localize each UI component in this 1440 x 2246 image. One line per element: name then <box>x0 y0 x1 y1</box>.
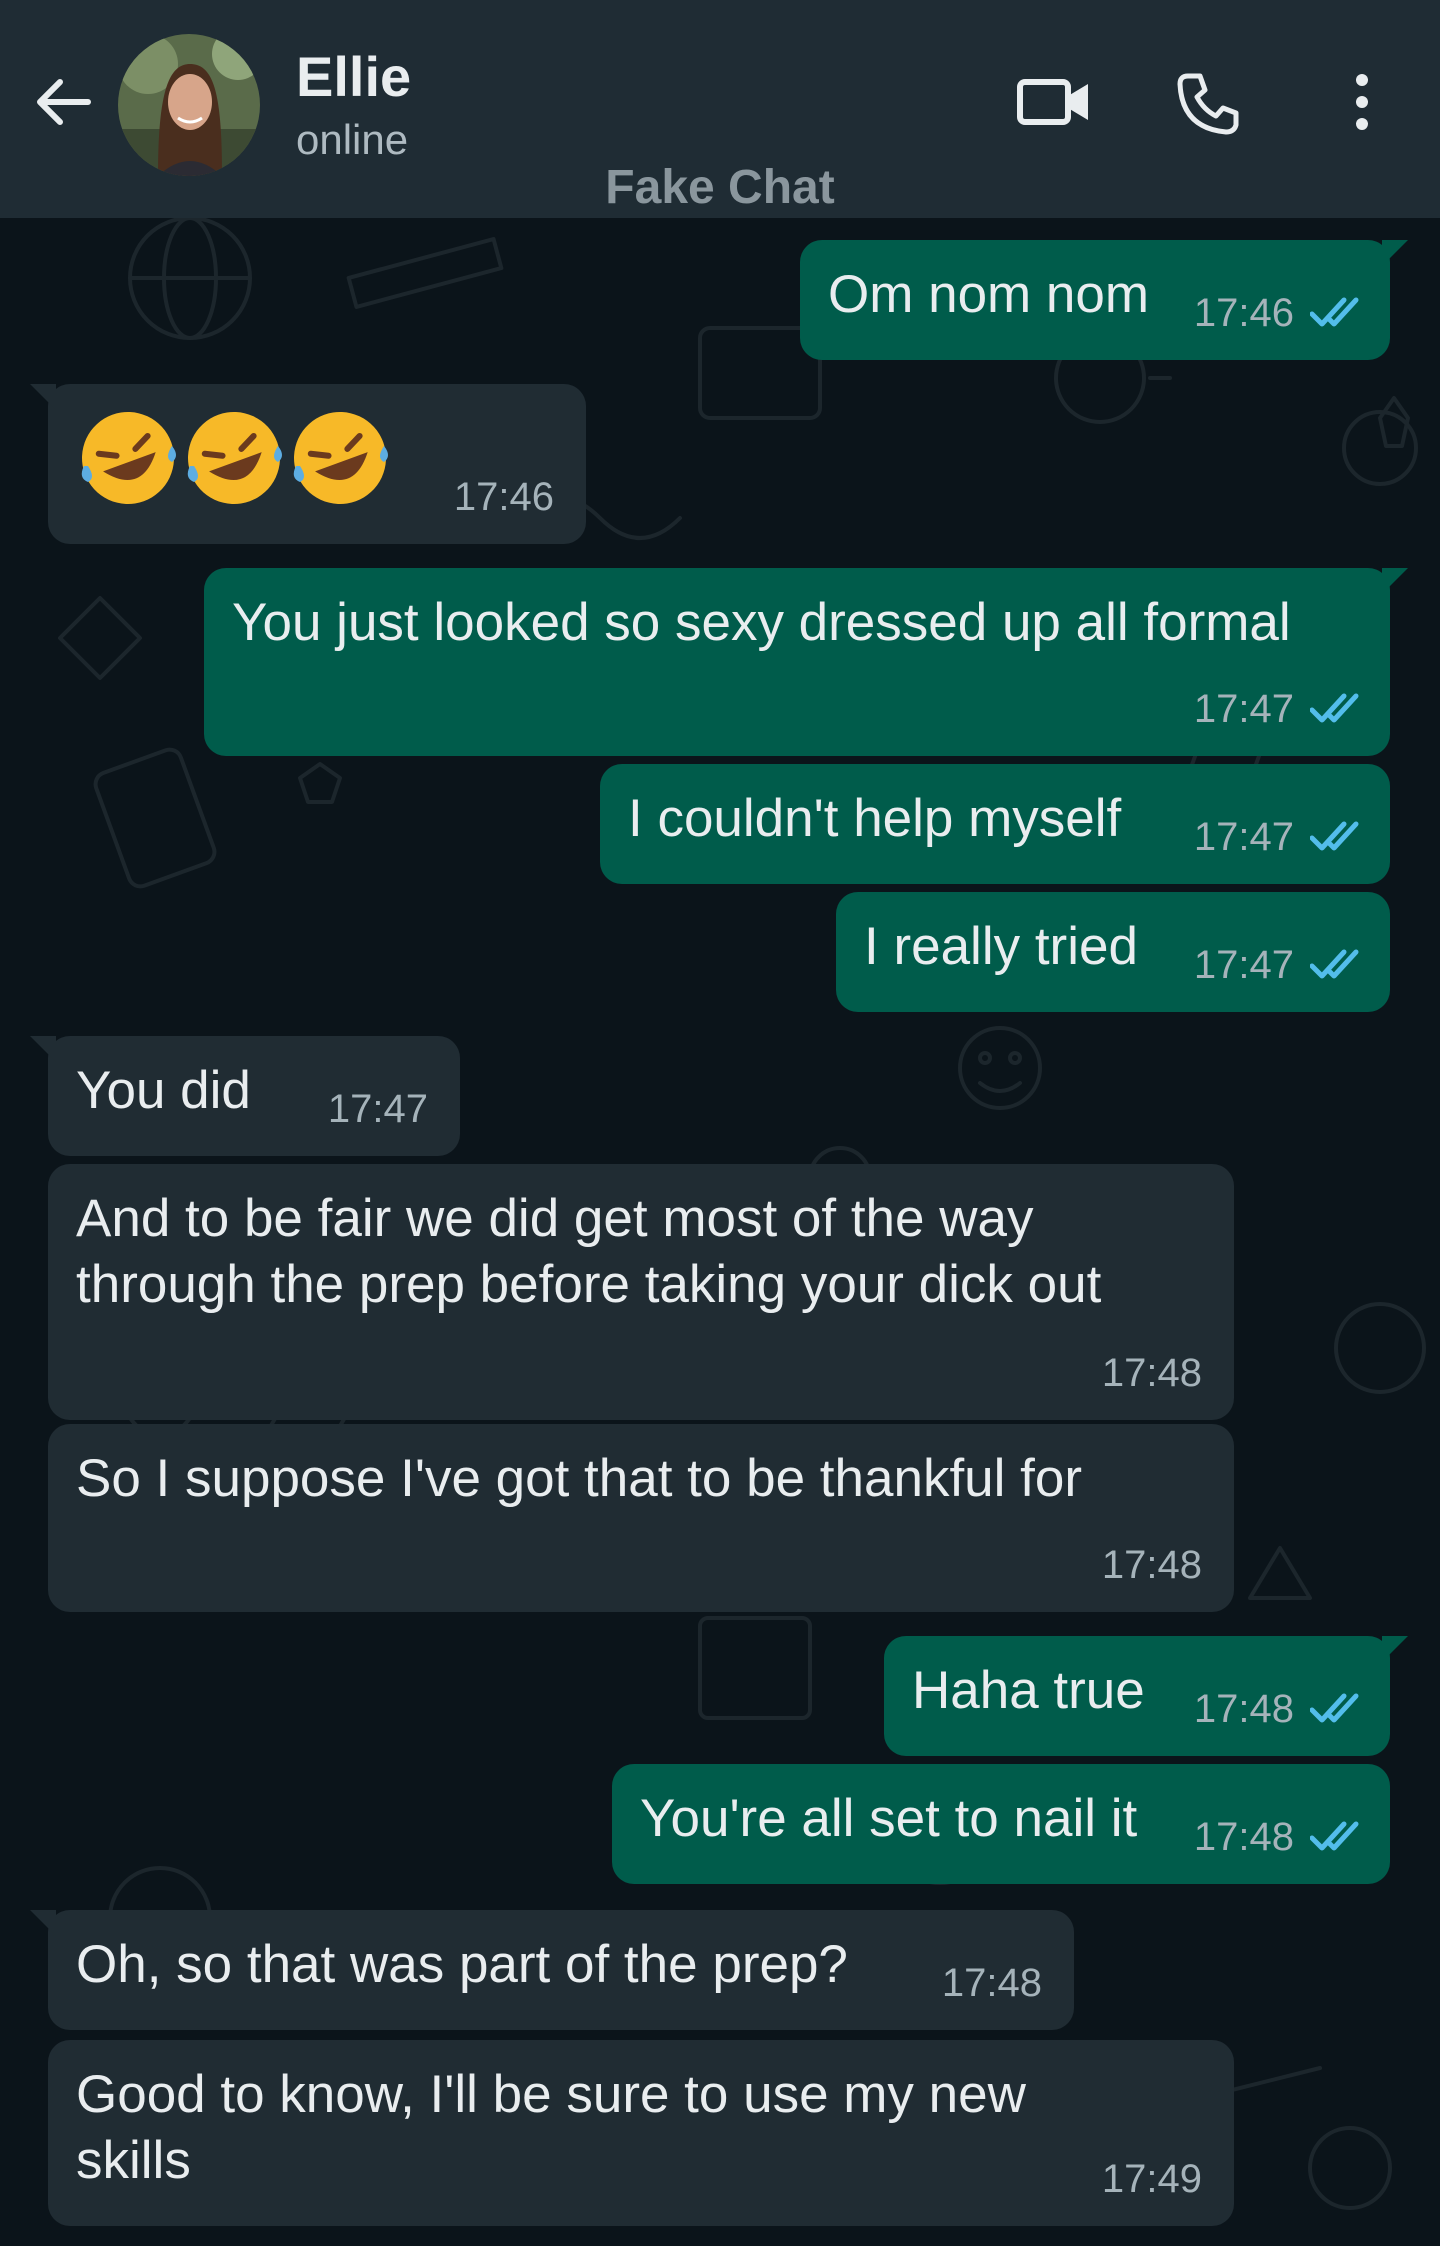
double-check-icon <box>1310 297 1359 327</box>
bubble-tail <box>30 1910 56 1936</box>
bubble-tail <box>1382 568 1408 594</box>
message-text: So I suppose I've got that to be thankfu… <box>76 1449 1082 1508</box>
message-bubble-outgoing[interactable]: You just looked so sexy dressed up all f… <box>204 568 1408 756</box>
message-time: 17:47 <box>1193 687 1294 731</box>
bubble-tail <box>1382 240 1408 266</box>
bubble-tail <box>30 1036 56 1062</box>
back-arrow-icon[interactable] <box>30 70 94 134</box>
bubble-tail <box>1382 1636 1408 1662</box>
message-time: 17:48 <box>1101 1351 1202 1395</box>
message-time: 17:47 <box>327 1087 428 1131</box>
message-text: Oh, so that was part of the prep? <box>76 1935 848 1994</box>
bubble-tail <box>30 384 56 410</box>
message-text: Om nom nom <box>828 265 1150 324</box>
voice-call-icon[interactable] <box>1174 70 1242 138</box>
message-time: 17:48 <box>1193 1815 1294 1859</box>
message-bubble-outgoing[interactable]: Om nom nom 17:46 <box>800 240 1408 360</box>
message-bubble-incoming[interactable]: And to be fair we did get most of the wa… <box>48 1164 1234 1420</box>
message-bubble-incoming[interactable]: 🤣🤣🤣 17:46 <box>30 384 586 544</box>
message-text: Good to know, I'll be sure to use my new… <box>76 2065 1026 2190</box>
avatar[interactable] <box>118 34 260 176</box>
message-bubble-incoming[interactable]: You did 17:47 <box>30 1036 460 1156</box>
double-check-icon <box>1310 1821 1359 1851</box>
message-text: You're all set to nail it <box>640 1789 1138 1848</box>
message-bubble-outgoing[interactable]: Haha true 17:48 <box>884 1636 1408 1756</box>
double-check-icon <box>1310 1693 1359 1723</box>
contact-name[interactable]: Ellie <box>296 42 411 112</box>
message-bubble-outgoing[interactable]: I really tried 17:47 <box>836 892 1390 1012</box>
video-call-icon[interactable] <box>1016 70 1092 134</box>
more-options-icon[interactable] <box>1350 70 1374 134</box>
rolling-laughing-emoji-icon <box>187 412 282 504</box>
message-time: 17:47 <box>1193 815 1294 859</box>
double-check-icon <box>1310 949 1359 979</box>
message-bubble-incoming[interactable]: Good to know, I'll be sure to use my new… <box>48 2040 1234 2226</box>
message-time: 17:46 <box>453 475 554 519</box>
message-bubble-incoming[interactable]: Oh, so that was part of the prep? 17:48 <box>30 1910 1074 2030</box>
message-text: You just looked so sexy dressed up all f… <box>232 593 1291 652</box>
message-bubble-incoming[interactable]: So I suppose I've got that to be thankfu… <box>48 1424 1234 1612</box>
double-check-icon <box>1310 693 1359 723</box>
message-text: And to be fair we did get most of the wa… <box>76 1189 1102 1314</box>
message-time: 17:47 <box>1193 943 1294 987</box>
rolling-laughing-emoji-icon <box>293 412 388 504</box>
message-time: 17:48 <box>941 1961 1042 2005</box>
message-text: I couldn't help myself <box>628 789 1122 848</box>
message-time: 17:48 <box>1101 1543 1202 1587</box>
message-text: Haha true <box>912 1661 1145 1720</box>
message-bubble-outgoing[interactable]: I couldn't help myself 17:47 <box>600 764 1390 884</box>
message-text: I really tried <box>864 917 1138 976</box>
message-time: 17:49 <box>1101 2157 1202 2201</box>
message-time: 17:46 <box>1193 291 1294 335</box>
double-check-icon <box>1310 821 1359 851</box>
fake-chat-watermark: Fake Chat <box>605 161 835 214</box>
avatar-photo <box>118 34 260 176</box>
message-text: You did <box>76 1061 251 1120</box>
message-bubble-outgoing[interactable]: You're all set to nail it 17:48 <box>612 1764 1390 1884</box>
message-time: 17:48 <box>1193 1687 1294 1731</box>
rolling-laughing-emoji-icon <box>81 412 176 504</box>
